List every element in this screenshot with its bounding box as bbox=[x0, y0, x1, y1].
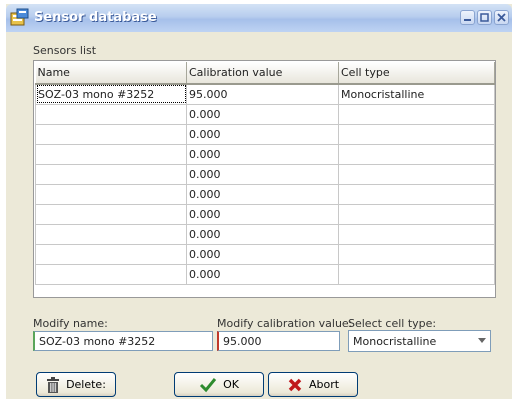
close-icon bbox=[495, 11, 508, 24]
table-row[interactable]: 0.000 bbox=[35, 163, 495, 185]
modify-calibration-label: Modify calibration value: bbox=[217, 317, 353, 330]
cell-name[interactable] bbox=[35, 263, 187, 285]
close-button[interactable] bbox=[494, 10, 509, 25]
trash-icon bbox=[46, 376, 60, 393]
cell-cell-type[interactable] bbox=[338, 223, 495, 245]
cell-cell-type[interactable]: Monocristalline bbox=[338, 83, 495, 105]
cell-calibration[interactable]: 95.000 bbox=[186, 83, 339, 105]
cell-cell-type[interactable] bbox=[338, 203, 495, 225]
column-header-calibration[interactable]: Calibration value bbox=[186, 62, 339, 85]
cell-calibration[interactable]: 0.000 bbox=[186, 263, 339, 285]
cell-name[interactable] bbox=[35, 183, 187, 205]
cell-name[interactable] bbox=[35, 203, 187, 225]
cell-calibration[interactable]: 0.000 bbox=[186, 183, 339, 205]
cell-calibration[interactable]: 0.000 bbox=[186, 123, 339, 145]
cell-name[interactable] bbox=[35, 103, 187, 125]
cell-name[interactable] bbox=[35, 243, 187, 265]
cell-cell-type[interactable] bbox=[338, 123, 495, 145]
cell-cell-type[interactable] bbox=[338, 243, 495, 265]
table-row[interactable]: SOZ-03 mono #3252 95.000 Monocristalline bbox=[35, 83, 495, 105]
name-input[interactable]: SOZ-03 mono #3252 bbox=[33, 331, 213, 351]
window-title: Sensor database bbox=[34, 10, 157, 25]
table-row[interactable]: 0.000 bbox=[35, 143, 495, 165]
delete-button-label: Delete: bbox=[66, 378, 106, 391]
table-row[interactable]: 0.000 bbox=[35, 223, 495, 245]
cell-calibration[interactable]: 0.000 bbox=[186, 103, 339, 125]
cell-name[interactable]: SOZ-03 mono #3252 bbox=[35, 83, 187, 105]
cell-name[interactable] bbox=[35, 163, 187, 185]
column-header-cell-type[interactable]: Cell type bbox=[338, 62, 495, 85]
cell-type-select[interactable]: Monocristalline bbox=[348, 330, 491, 352]
minimize-icon bbox=[461, 11, 474, 24]
cell-cell-type[interactable] bbox=[338, 263, 495, 285]
table-row[interactable]: 0.000 bbox=[35, 103, 495, 125]
cell-name[interactable] bbox=[35, 123, 187, 145]
cell-calibration[interactable]: 0.000 bbox=[186, 223, 339, 245]
cell-calibration[interactable]: 0.000 bbox=[186, 243, 339, 265]
table-row[interactable]: 0.000 bbox=[35, 183, 495, 205]
cell-cell-type[interactable] bbox=[338, 163, 495, 185]
cell-type-selected-value: Monocristalline bbox=[353, 335, 437, 348]
title-bar[interactable]: Sensor database bbox=[6, 4, 512, 32]
sensors-grid[interactable]: Name Calibration value Cell type SOZ-03 … bbox=[33, 60, 496, 298]
table-row[interactable]: 0.000 bbox=[35, 203, 495, 225]
maximize-button[interactable] bbox=[477, 10, 492, 25]
cell-name[interactable] bbox=[35, 143, 187, 165]
chevron-down-icon[interactable] bbox=[478, 338, 486, 343]
abort-button-label: Abort bbox=[308, 378, 340, 391]
delete-button[interactable]: Delete: bbox=[36, 372, 116, 397]
table-row[interactable]: 0.000 bbox=[35, 263, 495, 285]
table-row[interactable]: 0.000 bbox=[35, 123, 495, 145]
checkmark-icon bbox=[199, 377, 217, 393]
table-header-row: Name Calibration value Cell type bbox=[35, 62, 495, 85]
sensors-list-label: Sensors list bbox=[33, 44, 97, 57]
cell-cell-type[interactable] bbox=[338, 143, 495, 165]
modify-name-label: Modify name: bbox=[33, 317, 108, 330]
table-row[interactable]: 0.000 bbox=[35, 243, 495, 265]
maximize-icon bbox=[478, 11, 491, 24]
cell-cell-type[interactable] bbox=[338, 183, 495, 205]
column-header-name[interactable]: Name bbox=[35, 62, 187, 85]
sensor-database-window: Sensor database Sensors list Name Calibr… bbox=[6, 4, 512, 399]
cell-cell-type[interactable] bbox=[338, 103, 495, 125]
ok-button[interactable]: OK bbox=[174, 372, 264, 397]
cell-calibration[interactable]: 0.000 bbox=[186, 143, 339, 165]
cross-icon bbox=[287, 377, 303, 393]
sensors-table: Name Calibration value Cell type SOZ-03 … bbox=[35, 62, 495, 285]
cell-calibration[interactable]: 0.000 bbox=[186, 203, 339, 225]
minimize-button[interactable] bbox=[460, 10, 475, 25]
abort-button[interactable]: Abort bbox=[268, 372, 358, 397]
ok-button-label: OK bbox=[223, 378, 239, 391]
calibration-input[interactable]: 95.000 bbox=[217, 331, 340, 351]
cell-name[interactable] bbox=[35, 223, 187, 245]
select-cell-type-label: Select cell type: bbox=[348, 317, 437, 330]
cell-calibration[interactable]: 0.000 bbox=[186, 163, 339, 185]
database-icon bbox=[10, 8, 30, 26]
